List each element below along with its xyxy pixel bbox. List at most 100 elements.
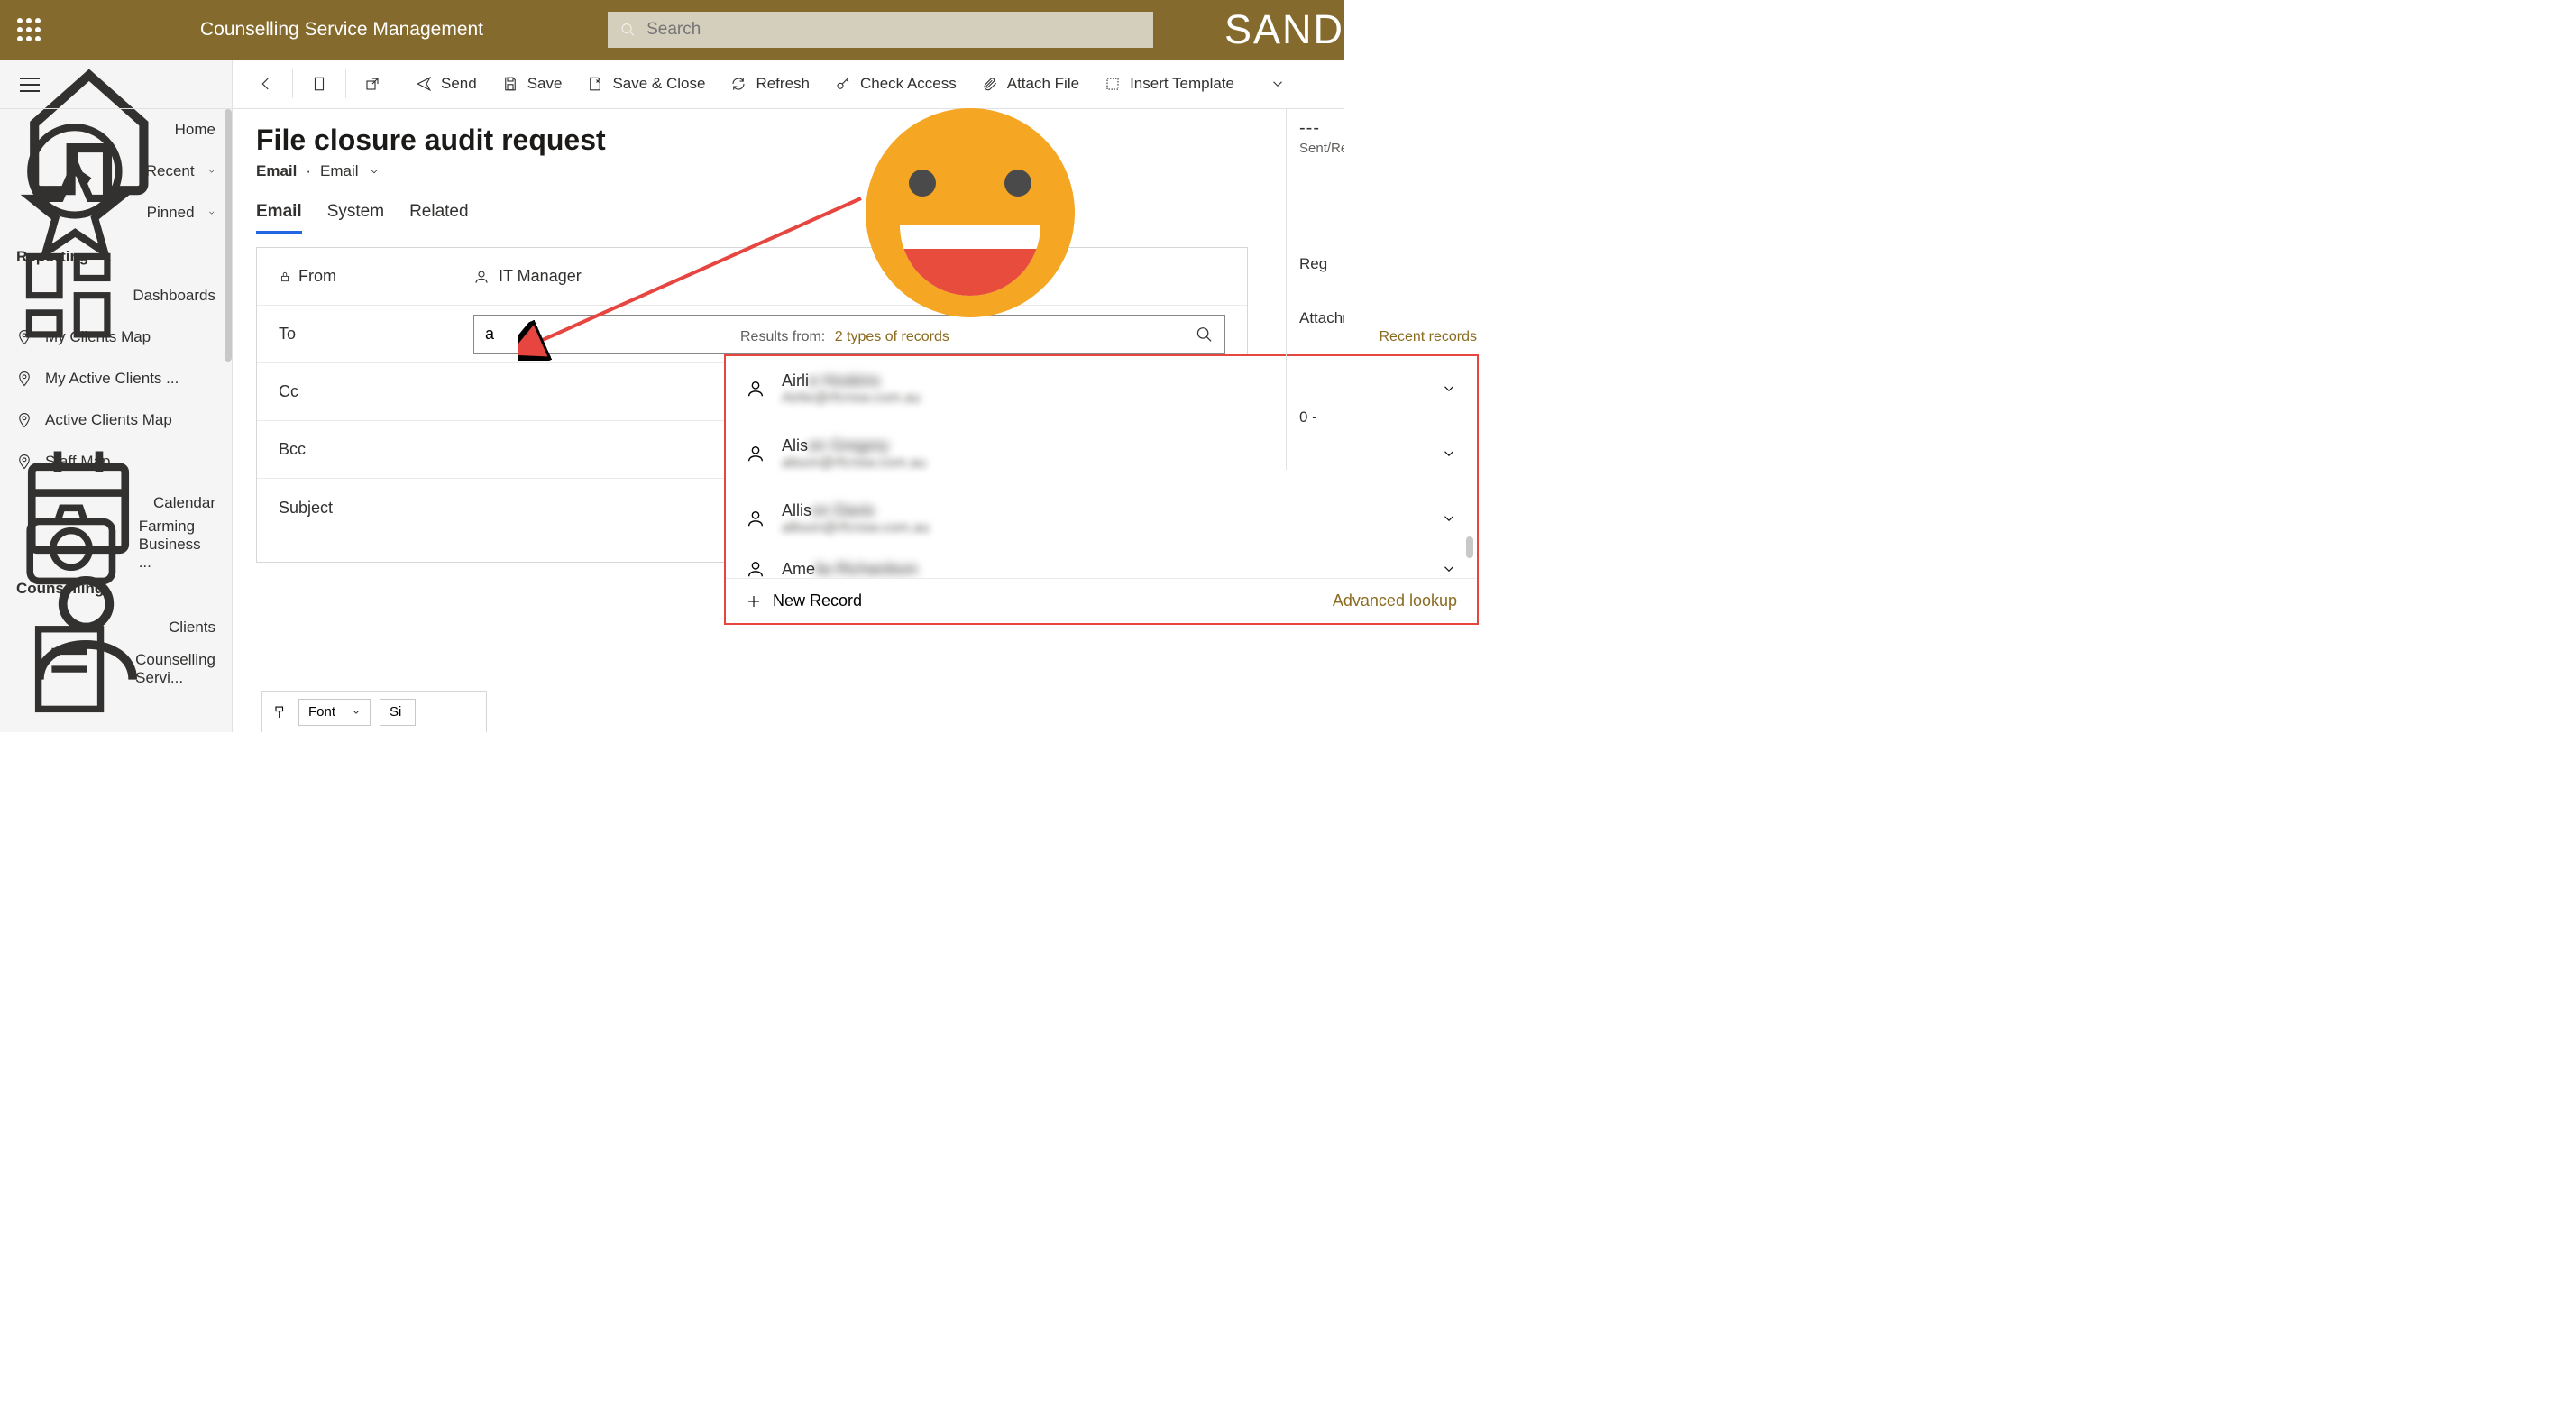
result-name: Airlie Hoskins xyxy=(782,371,921,390)
breadcrumb-entity: Email xyxy=(256,162,297,180)
page-title: File closure audit request xyxy=(256,124,1321,157)
rich-text-toolbar[interactable]: Font Si xyxy=(261,691,487,732)
top-bar: Counselling Service Management SAND xyxy=(0,0,1344,60)
person-icon xyxy=(473,269,490,285)
back-button[interactable] xyxy=(243,60,289,109)
result-email: allison@rfcnsw.com.au xyxy=(782,520,930,536)
advanced-lookup-link[interactable]: Advanced lookup xyxy=(1333,591,1457,610)
arrow-left-icon xyxy=(258,76,274,92)
search-input[interactable] xyxy=(646,20,1141,40)
person-icon xyxy=(746,379,765,399)
nav-label: Calendar xyxy=(153,494,215,512)
sent-label: Sent/Rece xyxy=(1299,141,1344,156)
chevron-down-icon xyxy=(207,206,215,220)
new-record-label: New Record xyxy=(773,591,862,610)
chevron-down-icon[interactable] xyxy=(1441,510,1457,527)
save-close-icon xyxy=(587,76,603,92)
tab-email[interactable]: Email xyxy=(256,202,302,234)
nav-label: Counselling Servi... xyxy=(135,651,215,687)
sidebar: Home Recent Pinned Reporting Dashboards … xyxy=(0,60,233,732)
from-row: From IT Manager xyxy=(257,248,1247,306)
field-label: Cc xyxy=(279,382,298,401)
lock-icon xyxy=(279,271,291,283)
cmd-label: Check Access xyxy=(860,75,957,93)
main-content: File closure audit request Email · Email… xyxy=(233,109,1344,732)
lookup-result-item[interactable]: Alison Gregory alison@rfcnsw.com.au xyxy=(726,421,1477,486)
refresh-icon xyxy=(730,76,747,92)
lookup-results-panel: Airlie Hoskins Airlie@rfcnsw.com.au Alis… xyxy=(724,354,1479,625)
save-close-button[interactable]: Save & Close xyxy=(574,60,718,109)
paperclip-icon xyxy=(982,76,998,92)
popout-button[interactable] xyxy=(350,60,395,109)
lookup-result-item[interactable]: Airlie Hoskins Airlie@rfcnsw.com.au xyxy=(726,356,1477,421)
cmd-label: Attach File xyxy=(1007,75,1079,93)
lookup-scrollbar[interactable] xyxy=(1466,536,1473,558)
nav-label: Dashboards xyxy=(133,287,215,305)
nav-pinned[interactable]: Pinned xyxy=(0,192,232,234)
map-pin-icon xyxy=(16,410,32,430)
map-pin-icon xyxy=(16,369,32,389)
result-name: Amelia Richardson xyxy=(782,560,918,579)
result-name: Alison Gregory xyxy=(782,436,926,455)
result-name: Allison Davis xyxy=(782,501,930,520)
new-record-button[interactable]: New Record xyxy=(746,591,862,610)
nav-active-clients-map[interactable]: Active Clients Map xyxy=(0,399,232,441)
font-size-dropdown[interactable]: Si xyxy=(380,699,416,726)
check-access-button[interactable]: Check Access xyxy=(822,60,969,109)
format-painter-icon[interactable] xyxy=(273,704,289,720)
tab-related[interactable]: Related xyxy=(409,202,469,234)
field-label: Subject xyxy=(279,499,333,518)
font-label: Font xyxy=(308,704,335,720)
send-button[interactable]: Send xyxy=(403,60,490,109)
cmd-label: Save xyxy=(527,75,563,93)
cmd-label: Send xyxy=(441,75,477,93)
result-email: alison@rfcnsw.com.au xyxy=(782,455,926,472)
cmd-label: Insert Template xyxy=(1130,75,1234,93)
app-launcher-icon xyxy=(17,18,41,41)
breadcrumb: Email · Email xyxy=(256,162,1321,180)
chevron-down-icon xyxy=(207,164,215,179)
person-icon xyxy=(746,444,765,463)
person-icon xyxy=(746,509,765,528)
refresh-button[interactable]: Refresh xyxy=(718,60,822,109)
chevron-down-icon[interactable] xyxy=(368,165,380,178)
nav-my-active-clients[interactable]: My Active Clients ... xyxy=(0,358,232,399)
recent-records-link[interactable]: Recent records xyxy=(1380,329,1478,345)
chevron-down-icon[interactable] xyxy=(1441,561,1457,577)
sidebar-scrollbar[interactable] xyxy=(225,109,232,560)
tabs: Email System Related xyxy=(256,202,1321,234)
nav-counselling-service[interactable]: Counselling Servi... xyxy=(0,648,232,690)
document-icon xyxy=(16,616,123,722)
save-button[interactable]: Save xyxy=(490,60,575,109)
template-icon xyxy=(1105,76,1121,92)
insert-template-button[interactable]: Insert Template xyxy=(1092,60,1247,109)
overflow-button[interactable] xyxy=(1255,60,1300,109)
chevron-down-icon[interactable] xyxy=(1441,381,1457,397)
lookup-result-item[interactable]: Allison Davis allison@rfcnsw.com.au xyxy=(726,486,1477,551)
lookup-flyout: Results from: 2 types of records Recent … xyxy=(724,320,1479,625)
nav-label: Clients xyxy=(169,619,215,637)
attachments-count: 0 - xyxy=(1299,408,1344,426)
global-search[interactable] xyxy=(608,12,1153,48)
record-button[interactable] xyxy=(297,60,342,109)
results-types-link[interactable]: 2 types of records xyxy=(835,329,949,344)
app-launcher-button[interactable] xyxy=(0,0,58,60)
from-value[interactable]: IT Manager xyxy=(499,267,582,286)
nav-label: Active Clients Map xyxy=(45,411,172,429)
chevron-down-icon[interactable] xyxy=(1441,445,1457,462)
sent-value: --- xyxy=(1299,118,1344,139)
font-dropdown[interactable]: Font xyxy=(298,699,371,726)
regarding-label: Reg xyxy=(1299,255,1344,273)
cmd-label: Refresh xyxy=(756,75,810,93)
environment-badge: SAND xyxy=(1224,6,1344,53)
key-icon xyxy=(835,76,851,92)
nav-label: My Active Clients ... xyxy=(45,370,179,388)
send-icon xyxy=(416,76,432,92)
nav-label: Pinned xyxy=(147,204,195,222)
right-panel: --- Sent/Rece Reg Attachm 0 - xyxy=(1286,109,1344,470)
attachments-label: Attachm xyxy=(1299,309,1344,327)
attach-file-button[interactable]: Attach File xyxy=(969,60,1092,109)
tab-system[interactable]: System xyxy=(327,202,384,234)
nav-dashboards[interactable]: Dashboards xyxy=(0,275,232,316)
results-from-label: Results from: xyxy=(740,329,825,344)
